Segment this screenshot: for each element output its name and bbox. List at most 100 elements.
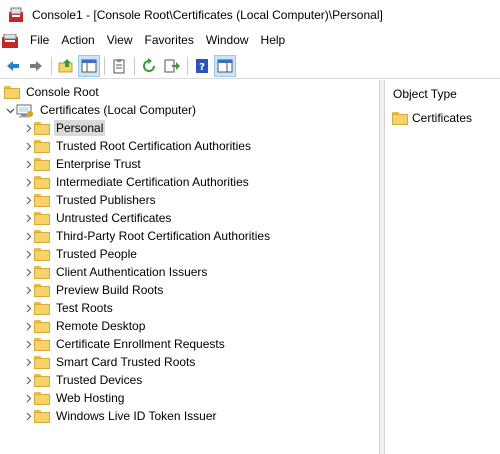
tree-node-store[interactable]: Certificate Enrollment Requests (22, 335, 227, 353)
chevron-right-icon[interactable] (22, 353, 34, 371)
console-tree-pane[interactable]: Console Root Certificates (Local Compute… (0, 80, 379, 454)
details-pane[interactable]: Object Type Certificates (385, 80, 500, 454)
show-hide-action-pane-button[interactable] (214, 54, 236, 77)
show-hide-console-tree-button[interactable] (78, 54, 100, 77)
console-tree-icon (81, 59, 97, 72)
menu-view[interactable]: View (101, 30, 139, 51)
tree-node-store[interactable]: Enterprise Trust (22, 155, 143, 173)
chevron-right-icon[interactable] (22, 209, 34, 227)
tree-node-label: Trusted Devices (56, 373, 143, 387)
folder-icon (34, 409, 50, 423)
toolbar-separator (134, 56, 135, 75)
export-list-button[interactable] (161, 55, 183, 77)
export-list-icon (164, 59, 180, 72)
svg-text:?: ? (199, 62, 205, 73)
chevron-right-icon[interactable] (22, 245, 34, 263)
tree-node-store[interactable]: Remote Desktop (22, 317, 147, 335)
menu-favorites[interactable]: Favorites (139, 30, 200, 51)
menu-bar: File Action View Favorites Window Help (0, 30, 500, 51)
folder-icon (34, 193, 50, 207)
folder-icon (34, 301, 50, 315)
chevron-down-icon[interactable] (4, 101, 16, 119)
tree-node-label: Smart Card Trusted Roots (56, 355, 196, 369)
up-one-level-button[interactable] (55, 55, 77, 77)
folder-icon (34, 319, 50, 333)
column-header-object-type[interactable]: Object Type (385, 80, 500, 108)
chevron-right-icon[interactable] (22, 173, 34, 191)
tree-node-store[interactable]: Trusted Root Certification Authorities (22, 137, 253, 155)
back-button[interactable] (2, 55, 24, 77)
title-bar: Console1 - [Console Root\Certificates (L… (0, 0, 500, 30)
refresh-icon (143, 57, 155, 72)
list-item-certificates[interactable]: Certificates (392, 109, 472, 127)
chevron-right-icon[interactable] (22, 389, 34, 407)
tree-node-label: Third-Party Root Certification Authoriti… (56, 229, 271, 243)
tree-node-label: Test Roots (56, 301, 113, 315)
chevron-right-icon[interactable] (22, 407, 34, 425)
folder-icon (34, 337, 50, 351)
menu-action[interactable]: Action (55, 30, 100, 51)
chevron-right-icon[interactable] (22, 299, 34, 317)
forward-button[interactable] (25, 55, 47, 77)
tree-node-certificates-local-computer[interactable]: Certificates (Local Computer) (4, 101, 198, 119)
folder-icon (4, 85, 20, 99)
tree-node-label: Certificates (Local Computer) (40, 103, 197, 117)
chevron-right-icon[interactable] (22, 155, 34, 173)
toolbar-separator (51, 56, 52, 75)
tree-node-label: Preview Build Roots (56, 283, 164, 297)
chevron-right-icon[interactable] (22, 263, 34, 281)
tree-node-label: Intermediate Certification Authorities (56, 175, 249, 189)
tree-node-store[interactable]: Preview Build Roots (22, 281, 165, 299)
help-button[interactable]: ? (191, 55, 213, 77)
refresh-button[interactable] (138, 55, 160, 77)
folder-icon (34, 355, 50, 369)
window-title: Console1 - [Console Root\Certificates (L… (32, 8, 383, 22)
tree-node-store[interactable]: Personal (22, 119, 106, 137)
folder-icon (392, 111, 408, 125)
chevron-right-icon[interactable] (22, 119, 34, 137)
properties-button[interactable] (108, 55, 130, 77)
back-arrow-icon (7, 60, 19, 71)
chevron-right-icon[interactable] (22, 137, 34, 155)
mmc-app-icon[interactable] (8, 7, 24, 23)
tree-node-label: Client Authentication Issuers (56, 265, 208, 279)
up-folder-icon (58, 58, 73, 72)
tree-node-store[interactable]: Web Hosting (22, 389, 126, 407)
tree-node-store[interactable]: Untrusted Certificates (22, 209, 173, 227)
tree-node-console-root[interactable]: Console Root (4, 83, 101, 101)
menu-file[interactable]: File (24, 30, 55, 51)
folder-icon (34, 265, 50, 279)
tree-node-store[interactable]: Trusted People (22, 245, 139, 263)
chevron-right-icon[interactable] (22, 317, 34, 335)
chevron-right-icon[interactable] (22, 227, 34, 245)
chevron-right-icon[interactable] (22, 281, 34, 299)
tree-node-label: Personal (54, 120, 106, 136)
chevron-right-icon[interactable] (22, 371, 34, 389)
menu-help[interactable]: Help (255, 30, 292, 51)
certificate-snapin-icon (16, 104, 34, 117)
tree-node-store[interactable]: Trusted Devices (22, 371, 144, 389)
folder-icon (34, 247, 50, 261)
tree-node-store[interactable]: Intermediate Certification Authorities (22, 173, 251, 191)
action-pane-icon (217, 59, 233, 72)
tree-node-store[interactable]: Test Roots (22, 299, 115, 317)
clipboard-icon (113, 58, 125, 73)
tree-node-store[interactable]: Client Authentication Issuers (22, 263, 209, 281)
tree-node-label: Certificate Enrollment Requests (56, 337, 225, 351)
tree-node-store[interactable]: Third-Party Root Certification Authoriti… (22, 227, 272, 245)
folder-icon (34, 139, 50, 153)
chevron-right-icon[interactable] (22, 191, 34, 209)
console-document-icon[interactable] (2, 33, 18, 48)
toolbar: ? (0, 53, 500, 79)
tree-node-label: Trusted Publishers (56, 193, 156, 207)
tree-node-store[interactable]: Smart Card Trusted Roots (22, 353, 197, 371)
folder-icon (34, 391, 50, 405)
menu-window[interactable]: Window (200, 30, 255, 51)
forward-arrow-icon (30, 60, 42, 71)
tree-node-label: Remote Desktop (56, 319, 146, 333)
tree-node-label: Trusted People (56, 247, 137, 261)
chevron-right-icon[interactable] (22, 335, 34, 353)
folder-icon (34, 283, 50, 297)
tree-node-store[interactable]: Windows Live ID Token Issuer (22, 407, 219, 425)
tree-node-store[interactable]: Trusted Publishers (22, 191, 158, 209)
